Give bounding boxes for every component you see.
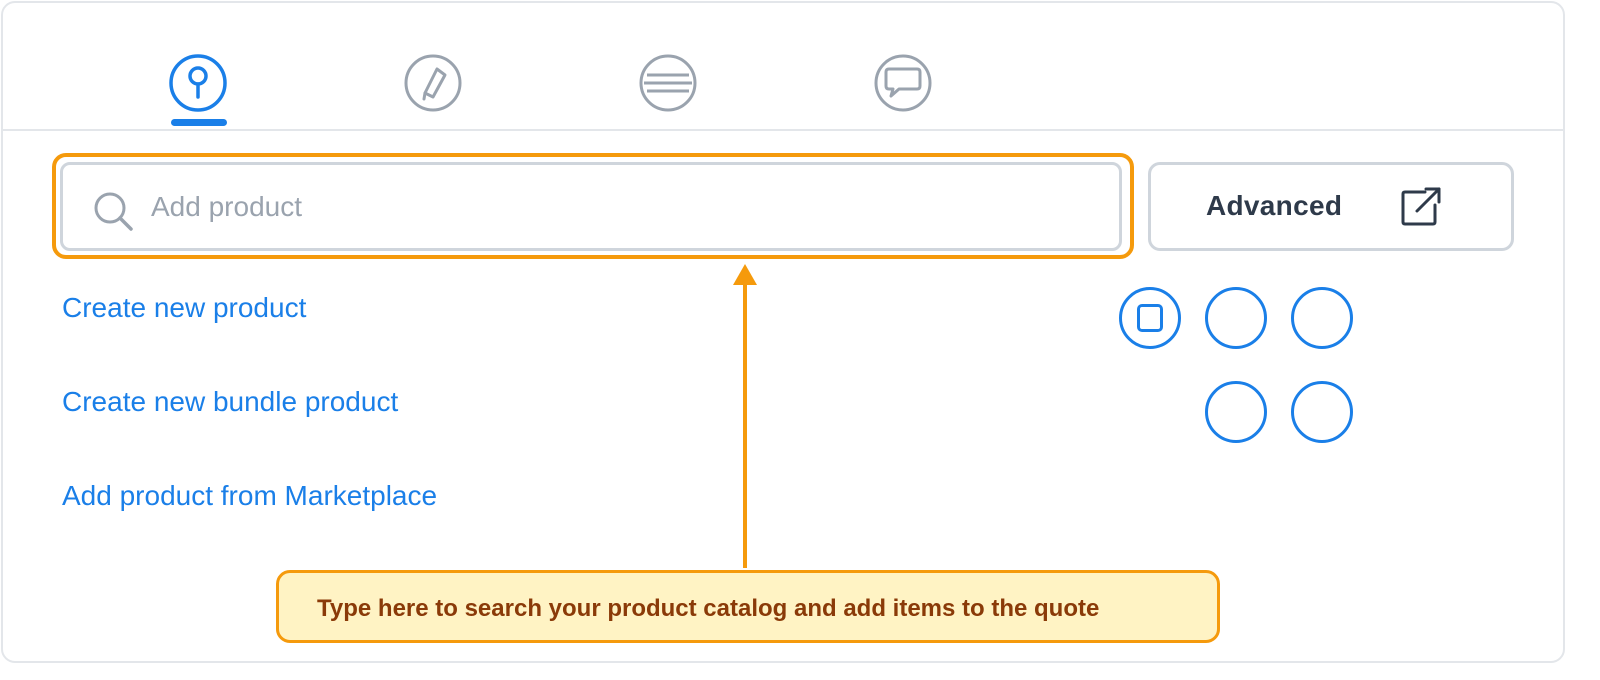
action-circle-4[interactable] [1205,381,1267,443]
external-link-icon [1401,187,1441,226]
tab-edit[interactable] [403,53,463,113]
create-bundle-product-link[interactable]: Create new bundle product [62,386,398,418]
pencil-icon [404,54,462,112]
search-icon [94,192,133,231]
tab-pin[interactable] [168,53,228,113]
product-panel: Advanced Create new product Create new b… [1,1,1565,663]
tooltip-callout: Type here to search your product catalog… [276,570,1220,643]
tab-chat[interactable] [873,53,933,113]
search-box[interactable] [60,162,1122,251]
add-from-marketplace-link[interactable]: Add product from Marketplace [62,480,437,512]
search-input[interactable] [151,185,1091,229]
advanced-button-label: Advanced [1206,190,1343,221]
advanced-button[interactable]: Advanced [1148,162,1514,251]
pin-icon [169,54,227,112]
square-icon [1137,304,1163,332]
list-icon [639,54,697,112]
callout-text: Type here to search your product catalog… [317,595,1100,622]
active-tab-indicator [171,119,227,126]
action-circle-2[interactable] [1205,287,1267,349]
chat-bubble-icon [874,54,932,112]
action-circle-3[interactable] [1291,287,1353,349]
tab-list[interactable] [638,53,698,113]
tab-bar [3,3,1563,131]
action-circle-1[interactable] [1119,287,1181,349]
create-new-product-link[interactable]: Create new product [62,292,306,324]
action-circle-5[interactable] [1291,381,1353,443]
